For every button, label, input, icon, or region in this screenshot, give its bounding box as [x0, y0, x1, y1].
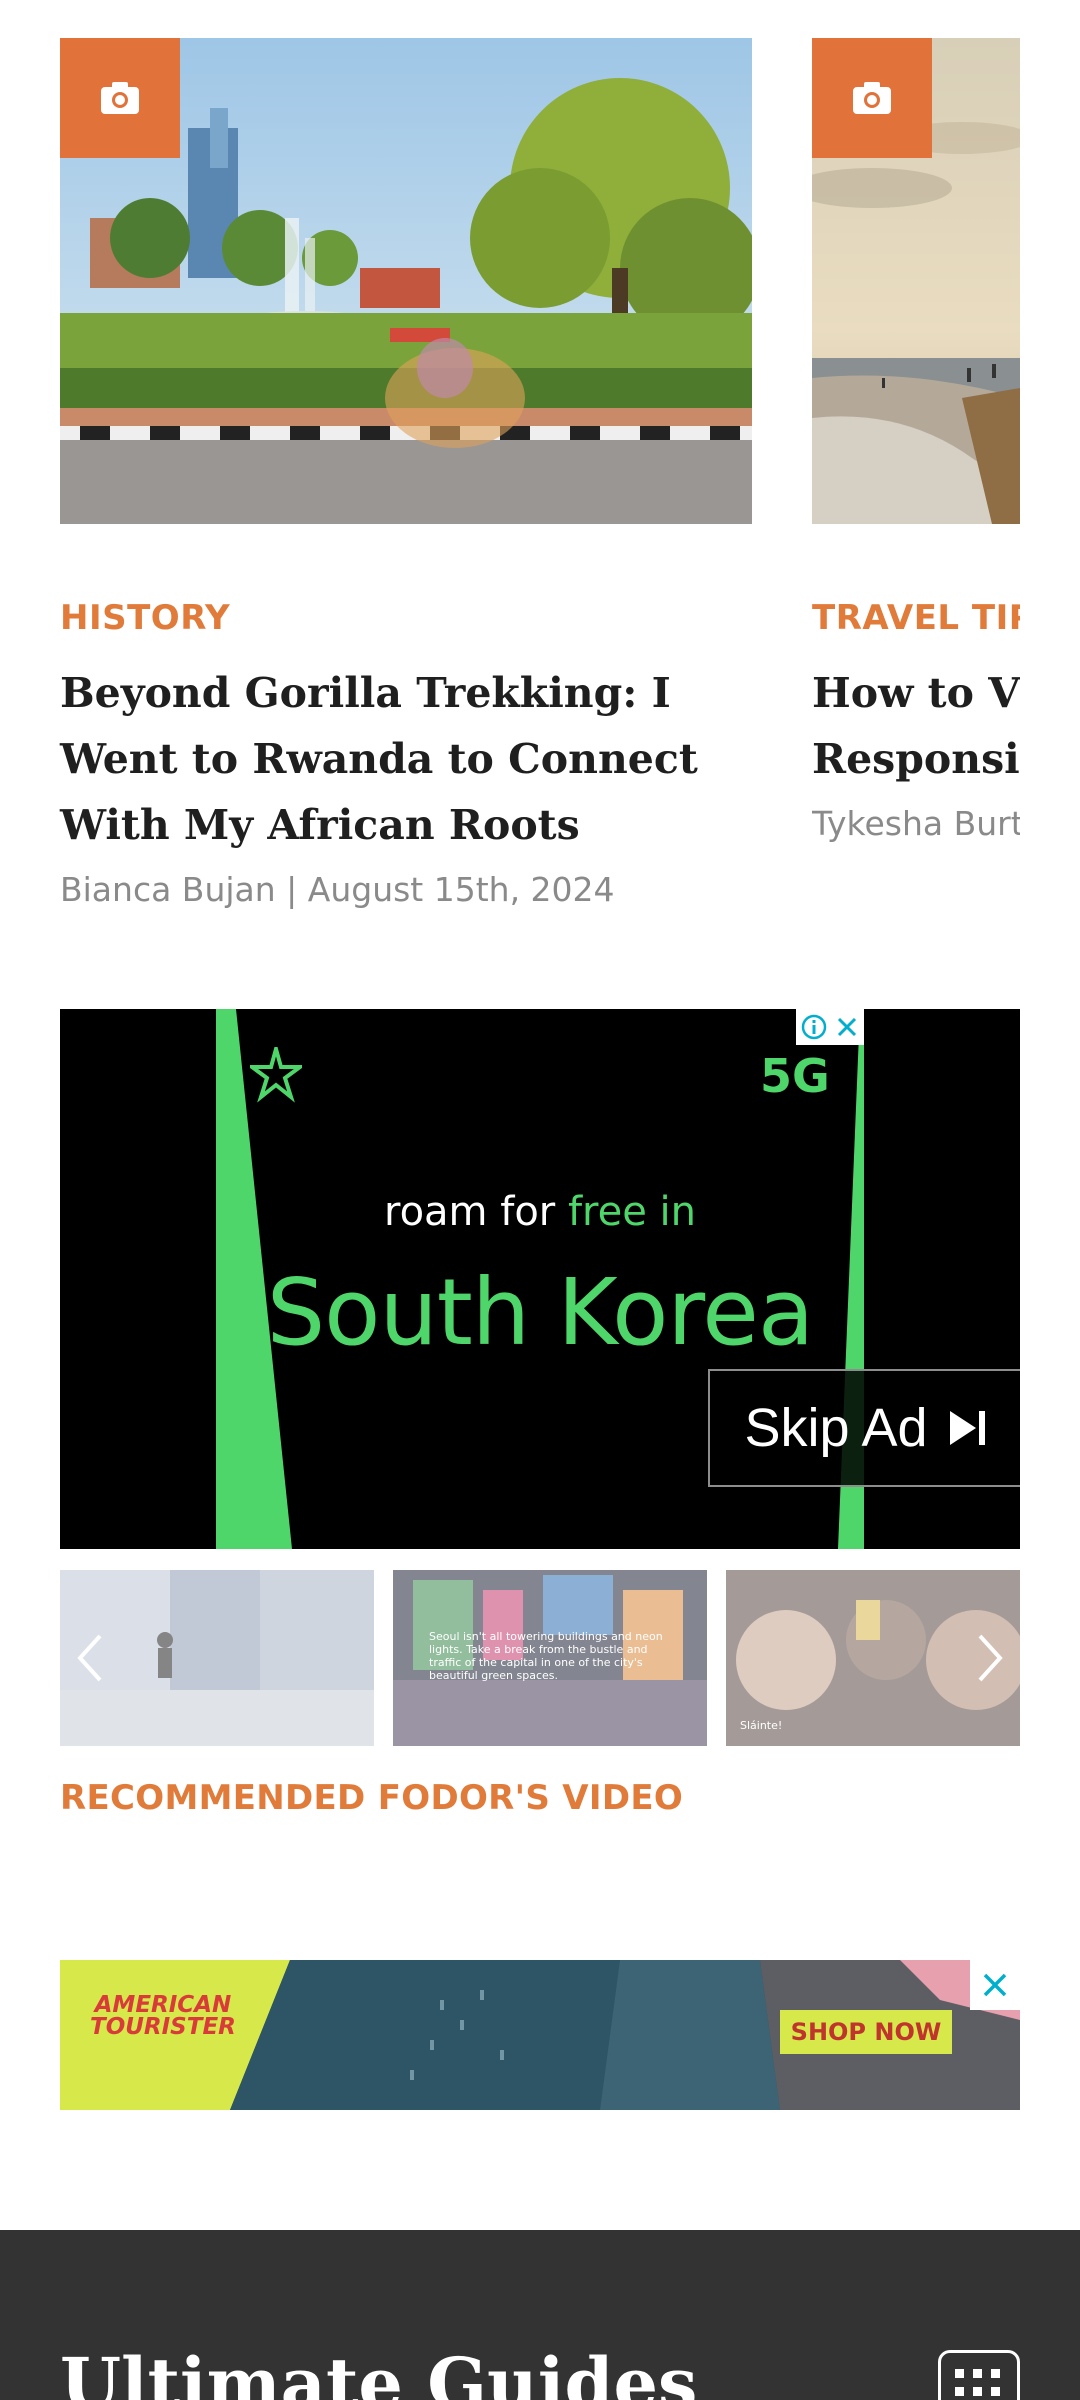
- recommended-video-label: RECOMMENDED FODOR'S VIDEO: [60, 1778, 684, 1818]
- skip-ad-label: Skip Ad: [744, 1398, 928, 1458]
- article-category[interactable]: HISTORY: [60, 598, 752, 638]
- article-byline: Bianca Bujan | August 15th, 2024: [60, 870, 615, 909]
- article-card[interactable]: TRAVEL TIPS How to Visi Responsibl Tykes…: [812, 38, 1020, 843]
- ad-headline-highlight: free in: [567, 1189, 696, 1235]
- chevron-left-icon: [77, 1634, 102, 1682]
- ad-logo-5g: 5G: [760, 1049, 830, 1103]
- skip-next-icon: [949, 1411, 985, 1445]
- article-title-line: Responsibl: [812, 735, 1020, 783]
- ad-choices[interactable]: [796, 1009, 864, 1045]
- ad-headline: roam for free in: [60, 1189, 1020, 1235]
- close-icon[interactable]: [834, 1014, 860, 1040]
- article-image[interactable]: [60, 38, 752, 524]
- article-category[interactable]: TRAVEL TIPS: [812, 598, 1020, 638]
- photo-badge: [60, 38, 180, 158]
- ultimate-guides-section: Ultimate Guides: [0, 2230, 1080, 2400]
- video-thumbnail[interactable]: Seoul isn't all towering buildings and n…: [393, 1570, 707, 1746]
- next-video-button[interactable]: [960, 1570, 1020, 1746]
- video-playlist: Seoul isn't all towering buildings and n…: [60, 1570, 1020, 1746]
- article-byline: Tykesha Burt: [812, 804, 1020, 843]
- ad-country: South Korea: [266, 1259, 814, 1366]
- ad-brand-line: AMERICAN: [94, 1992, 232, 2018]
- grid-menu-button[interactable]: [938, 2350, 1020, 2400]
- article-title[interactable]: Beyond Gorilla Trekking: I Went to Rwand…: [60, 660, 752, 858]
- article-card[interactable]: HISTORY Beyond Gorilla Trekking: I Went …: [60, 38, 752, 909]
- article-title-line: How to Visi: [812, 669, 1020, 717]
- ad-brand-logo: AMERICAN TOURISTER: [90, 1992, 236, 2040]
- shop-now-button[interactable]: SHOP NOW: [780, 2010, 952, 2054]
- video-caption: Sláinte!: [740, 1719, 783, 1732]
- photo-badge: [812, 38, 932, 158]
- info-icon[interactable]: [800, 1013, 828, 1041]
- ad-brand-line: TOURISTER: [90, 2014, 236, 2040]
- article-title[interactable]: How to Visi Responsibl: [812, 660, 1020, 792]
- video-ad[interactable]: 5G roam for free in South Korea Skip Ad: [60, 1009, 1020, 1549]
- banner-ad[interactable]: AMERICAN TOURISTER SHOP NOW: [60, 1960, 1020, 2110]
- article-image[interactable]: [812, 38, 1020, 524]
- brand-logo-icon: [250, 1047, 302, 1103]
- camera-icon: [853, 82, 891, 114]
- grid-menu-icon: [955, 2369, 964, 2378]
- banner-close-button[interactable]: [970, 1960, 1020, 2010]
- camera-icon: [101, 82, 139, 114]
- video-caption: Seoul isn't all towering buildings and n…: [429, 1630, 663, 1682]
- section-title: Ultimate Guides: [60, 2342, 698, 2400]
- close-icon: [983, 1973, 1007, 1997]
- article-carousel: HISTORY Beyond Gorilla Trekking: I Went …: [0, 0, 1080, 950]
- previous-video-button[interactable]: [60, 1570, 120, 1746]
- skip-ad-button[interactable]: Skip Ad: [708, 1369, 1020, 1487]
- ad-headline-text: roam for: [384, 1189, 568, 1235]
- chevron-right-icon: [978, 1634, 1003, 1682]
